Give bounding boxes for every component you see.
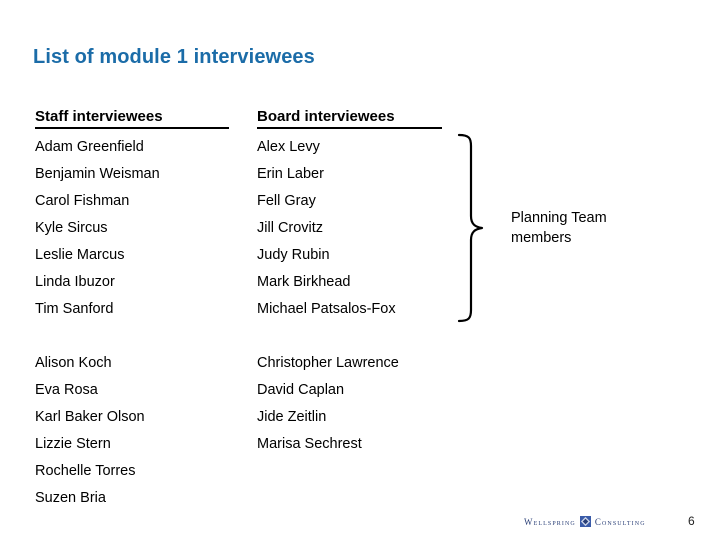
- list-item: Tim Sanford: [35, 301, 114, 317]
- list-item: Judy Rubin: [257, 247, 330, 263]
- list-item: Leslie Marcus: [35, 247, 125, 263]
- list-item: Michael Patsalos-Fox: [257, 301, 396, 317]
- board-column-header-label: Board interviewees: [257, 108, 395, 125]
- logo-word-wellspring: Wellspring: [524, 516, 576, 527]
- list-item: Jill Crovitz: [257, 220, 324, 236]
- list-item: Eva Rosa: [35, 382, 98, 398]
- wellspring-consulting-logo: Wellspring Consulting: [524, 516, 646, 527]
- list-item: Suzen Bria: [35, 490, 106, 506]
- list-item: Carol Fishman: [35, 193, 130, 209]
- diamond-logo-icon: [579, 516, 591, 527]
- slide-canvas: List of module 1 interviewees Staff inte…: [0, 0, 720, 540]
- planning-team-callout: Planning Team members: [511, 208, 651, 248]
- board-header-underline: [257, 127, 442, 129]
- planning-team-callout-line1: Planning Team: [511, 210, 607, 226]
- list-item: Rochelle Torres: [35, 463, 136, 479]
- list-item: David Caplan: [257, 382, 345, 398]
- list-item: Mark Birkhead: [257, 274, 351, 290]
- staff-interviewees-group-1: Adam Greenfield Benjamin Weisman Carol Fis…: [35, 134, 160, 323]
- board-interviewees-group-1: Alex Levy Erin Laber Fell Gray Jill Crovitz…: [257, 134, 396, 323]
- list-item: Christopher Lawrence: [257, 355, 399, 371]
- list-item: Fell Gray: [257, 193, 316, 209]
- list-item: Benjamin Weisman: [35, 166, 160, 182]
- page-title: List of module 1 interviewees: [33, 46, 315, 68]
- logo-word-consulting: Consulting: [594, 516, 646, 527]
- staff-interviewees-group-2: Alison Koch Eva Rosa Karl Baker Olson Lizzi…: [35, 350, 145, 512]
- list-item: Erin Laber: [257, 166, 324, 182]
- list-item: Kyle Sircus: [35, 220, 108, 236]
- list-item: Alex Levy: [257, 139, 320, 155]
- list-item: Jide Zeitlin: [257, 409, 327, 425]
- staff-header-underline: [35, 127, 229, 129]
- board-interviewees-group-2: Christopher Lawrence David Caplan Jide Zei…: [257, 350, 399, 458]
- page-number: 6: [688, 514, 695, 528]
- list-item: Alison Koch: [35, 355, 112, 371]
- staff-column-header-label: Staff interviewees: [35, 108, 163, 125]
- planning-team-callout-line2: members: [511, 230, 572, 246]
- list-item: Linda Ibuzor: [35, 274, 115, 290]
- list-item: Marisa Sechrest: [257, 436, 362, 452]
- curly-brace-icon: [457, 133, 484, 323]
- board-column-header: Board interviewees: [257, 108, 442, 129]
- staff-column-header: Staff interviewees: [35, 108, 229, 129]
- list-item: Adam Greenfield: [35, 139, 144, 155]
- list-item: Karl Baker Olson: [35, 409, 145, 425]
- list-item: Lizzie Stern: [35, 436, 111, 452]
